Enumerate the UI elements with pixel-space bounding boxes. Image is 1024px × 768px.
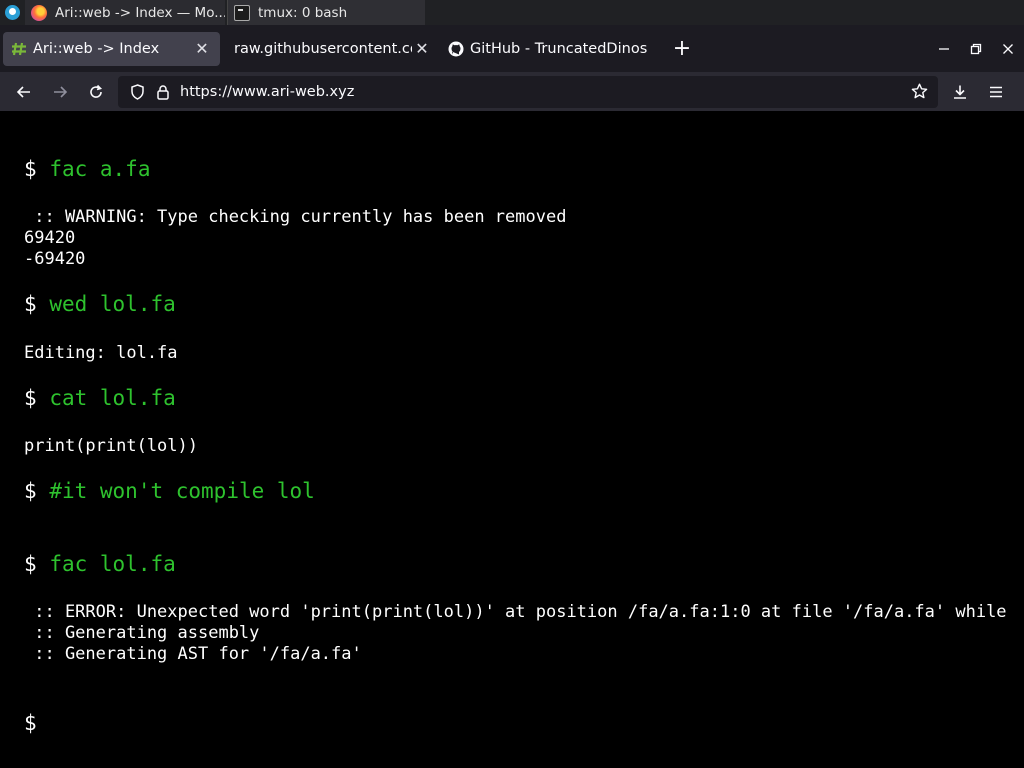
terminal-icon bbox=[234, 4, 250, 21]
minimize-icon[interactable] bbox=[928, 33, 960, 65]
github-icon bbox=[448, 41, 464, 57]
command-text: fac lol.fa bbox=[49, 552, 176, 576]
close-window-icon[interactable] bbox=[992, 33, 1024, 65]
reload-icon[interactable] bbox=[78, 76, 114, 108]
output-line: -69420 bbox=[24, 249, 86, 269]
command-text: fac a.fa bbox=[49, 157, 151, 181]
taskbar-item-firefox[interactable]: Ari::web -> Index — Mo... bbox=[25, 0, 225, 25]
url-field[interactable]: https://www.ari-web.xyz bbox=[176, 84, 906, 100]
output-line: :: Generating assembly bbox=[24, 623, 260, 643]
lock-icon[interactable] bbox=[150, 84, 176, 100]
hashtag-favicon-icon bbox=[11, 41, 27, 57]
command-line: $ fac lol.fa bbox=[24, 552, 176, 576]
command-text: wed lol.fa bbox=[49, 292, 176, 316]
prompt-symbol: $ bbox=[24, 386, 37, 410]
os-menu-logo-icon[interactable] bbox=[0, 0, 25, 25]
command-line: $ fac a.fa bbox=[24, 157, 150, 181]
forward-arrow-icon[interactable] bbox=[42, 76, 78, 108]
navigation-toolbar: https://www.ari-web.xyz bbox=[0, 72, 1024, 111]
restore-icon[interactable] bbox=[960, 33, 992, 65]
command-text: cat lol.fa bbox=[49, 386, 176, 410]
output-line: 69420 bbox=[24, 228, 76, 248]
prompt-symbol: $ bbox=[24, 479, 37, 503]
new-tab-button[interactable]: + bbox=[664, 32, 700, 66]
taskbar-item-label: Ari::web -> Index — Mo... bbox=[55, 4, 225, 21]
download-icon[interactable] bbox=[942, 76, 978, 108]
output-line: :: WARNING: Type checking currently has … bbox=[24, 207, 567, 227]
tab-raw-github[interactable]: raw.githubusercontent.com/ ✕ bbox=[220, 32, 440, 66]
output-line: print(print(lol)) bbox=[24, 436, 198, 456]
prompt-symbol: $ bbox=[24, 292, 37, 316]
close-icon[interactable]: ✕ bbox=[192, 39, 212, 59]
tab-label: GitHub - TruncatedDinos bbox=[470, 40, 648, 57]
prompt-symbol: $ bbox=[24, 711, 37, 735]
prompt-symbol: $ bbox=[24, 552, 37, 576]
os-taskbar: Ari::web -> Index — Mo... tmux: 0 bash bbox=[0, 0, 1024, 25]
tab-label: Ari::web -> Index bbox=[33, 40, 160, 57]
tab-ari-web[interactable]: Ari::web -> Index ✕ bbox=[3, 31, 220, 66]
command-line: $ wed lol.fa bbox=[24, 292, 176, 316]
output-line: :: Generating AST for '/fa/a.fa' bbox=[24, 644, 362, 664]
address-bar[interactable]: https://www.ari-web.xyz bbox=[118, 75, 938, 108]
hamburger-menu-icon[interactable] bbox=[978, 76, 1014, 108]
output-line: Editing: lol.fa bbox=[24, 343, 178, 363]
command-text: #it won't compile lol bbox=[49, 479, 315, 503]
back-arrow-icon[interactable] bbox=[6, 76, 42, 108]
command-input-line[interactable]: $ bbox=[24, 711, 49, 735]
close-icon[interactable]: ✕ bbox=[412, 39, 432, 59]
command-line: $ cat lol.fa bbox=[24, 386, 176, 410]
browser-tab-strip: Ari::web -> Index ✕ raw.githubuserconten… bbox=[0, 25, 1024, 72]
window-controls bbox=[928, 25, 1024, 72]
taskbar-item-terminal[interactable]: tmux: 0 bash bbox=[227, 0, 425, 25]
output-line: :: ERROR: Unexpected word 'print(print(l… bbox=[24, 602, 1007, 622]
firefox-icon bbox=[31, 4, 47, 21]
command-line: $ #it won't compile lol bbox=[24, 479, 315, 503]
taskbar-item-label: tmux: 0 bash bbox=[258, 4, 348, 21]
tab-label: raw.githubusercontent.com/ bbox=[234, 40, 412, 57]
shield-icon[interactable] bbox=[124, 83, 150, 100]
bookmark-star-icon[interactable] bbox=[906, 83, 932, 100]
terminal-page[interactable]: $ fac a.fa :: WARNING: Type checking cur… bbox=[0, 111, 1024, 768]
prompt-symbol: $ bbox=[24, 157, 37, 181]
tab-github[interactable]: GitHub - TruncatedDinos bbox=[440, 32, 664, 66]
